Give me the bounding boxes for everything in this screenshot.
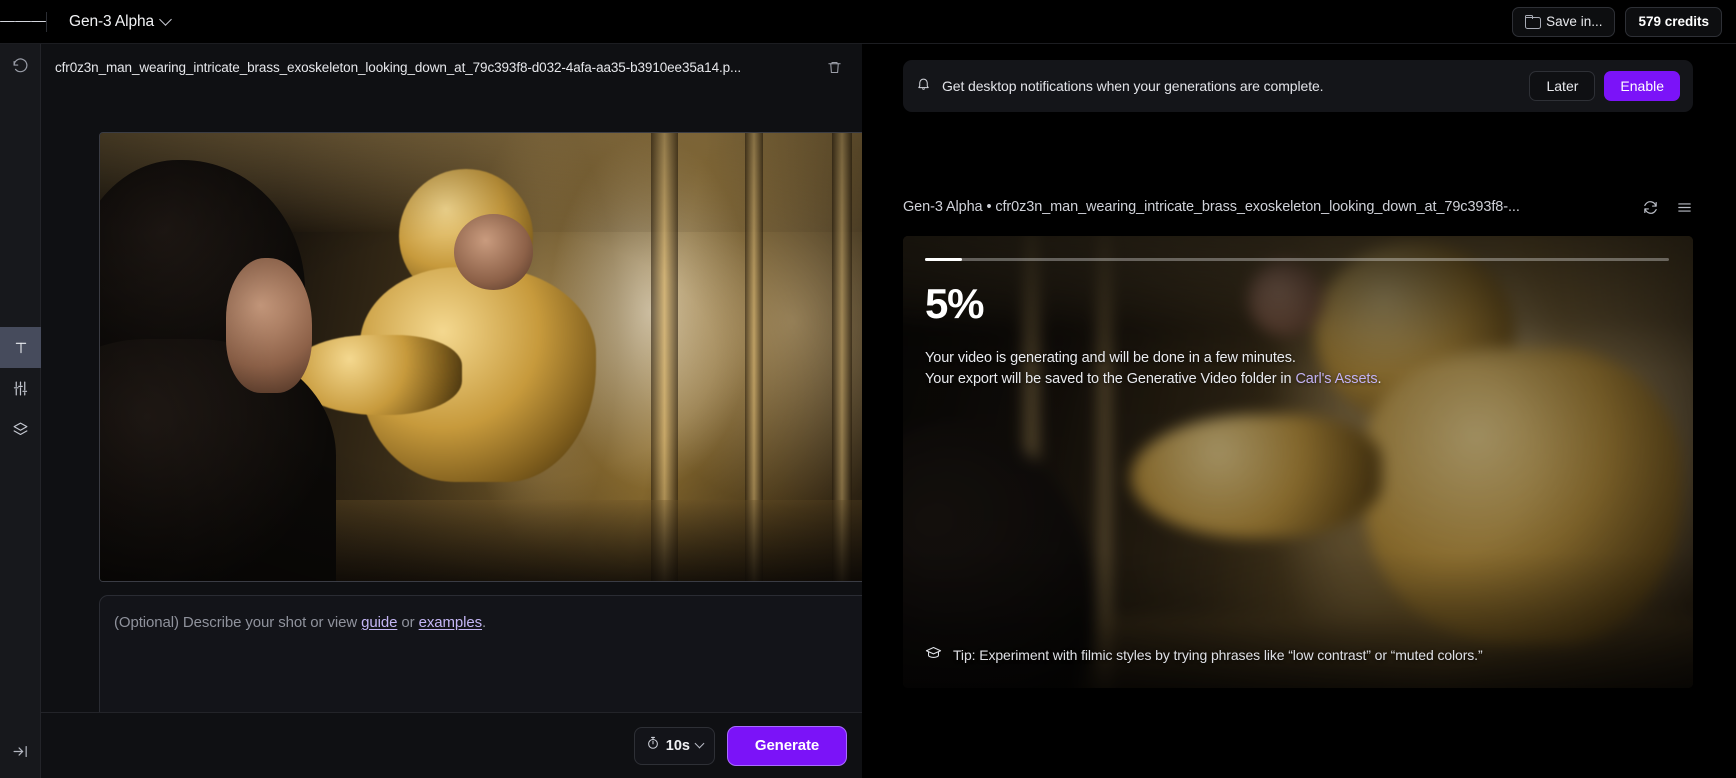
reference-image-art: [100, 133, 887, 581]
generation-status-text: Your video is generating and will be don…: [925, 348, 1382, 390]
generate-button[interactable]: Generate: [727, 725, 847, 766]
examples-link[interactable]: examples: [419, 614, 483, 631]
desktop-notification-banner: Get desktop notifications when your gene…: [903, 60, 1693, 112]
sidebar-item-text[interactable]: [0, 327, 41, 368]
left-tool-rail: [0, 44, 41, 778]
duration-value: 10s: [665, 737, 690, 754]
sliders-icon: [12, 380, 29, 397]
save-in-label: Save in...: [1546, 14, 1603, 29]
composer-action-bar: 10s Generate: [41, 712, 862, 778]
sidebar-item-layers[interactable]: [0, 409, 41, 450]
text-tool-icon: [13, 340, 29, 356]
top-bar-actions: Save in... 579 credits: [1512, 6, 1736, 37]
hamburger-menu-icon[interactable]: [0, 0, 46, 44]
model-selector[interactable]: Gen-3 Alpha: [69, 12, 172, 31]
prompt-placeholder-suffix: .: [482, 614, 487, 631]
left-composer-panel: cfr0z3n_man_wearing_intricate_brass_exos…: [41, 44, 888, 778]
generation-status-line2-suffix: .: [1377, 371, 1382, 387]
notification-actions: Later Enable: [1529, 71, 1680, 101]
reference-image-thumbnail[interactable]: [99, 132, 888, 582]
notification-message: Get desktop notifications when your gene…: [942, 78, 1324, 94]
preview-scrim: [903, 236, 1693, 688]
chevron-down-icon: [159, 13, 172, 26]
generation-percent: 5%: [925, 280, 985, 327]
folder-icon: [1525, 15, 1542, 29]
guide-link[interactable]: guide: [361, 614, 397, 631]
expand-sidebar-button[interactable]: [0, 731, 41, 772]
job-actions: [1642, 199, 1693, 216]
generation-preview-card[interactable]: 5% Your video is generating and will be …: [903, 236, 1693, 688]
prompt-placeholder-or: or: [397, 614, 419, 631]
refresh-icon[interactable]: [1642, 199, 1659, 216]
reference-filename: cfr0z3n_man_wearing_intricate_brass_exos…: [55, 59, 742, 75]
save-in-button[interactable]: Save in...: [1512, 6, 1616, 37]
duration-selector[interactable]: 10s: [633, 726, 715, 765]
toolbar-divider: [46, 11, 47, 32]
credits-label: 579 credits: [1638, 14, 1709, 29]
sidebar-item-history[interactable]: [0, 46, 41, 87]
chevron-down-icon: [694, 738, 705, 749]
tip-text: Tip: Experiment with filmic styles by tr…: [953, 647, 1483, 663]
prompt-placeholder: (Optional) Describe your shot or view gu…: [114, 614, 873, 631]
carls-assets-link[interactable]: Carl's Assets: [1295, 371, 1377, 387]
model-name-label: Gen-3 Alpha: [69, 12, 155, 30]
graduation-cap-icon: [925, 644, 942, 666]
generation-status-line1: Your video is generating and will be don…: [925, 350, 1296, 366]
generation-status-line2: Your export will be saved to the Generat…: [925, 369, 1382, 390]
generation-progress-fill: [925, 258, 963, 261]
job-title: Gen-3 Alpha • cfr0z3n_man_wearing_intric…: [903, 199, 1520, 215]
notification-later-button[interactable]: Later: [1529, 71, 1596, 101]
history-undo-icon: [12, 58, 29, 75]
top-bar: Gen-3 Alpha Save in... 579 credits: [0, 0, 1736, 44]
trash-icon[interactable]: [823, 56, 845, 78]
job-header: Gen-3 Alpha • cfr0z3n_man_wearing_intric…: [903, 194, 1693, 220]
notification-enable-button[interactable]: Enable: [1604, 71, 1680, 101]
generation-status-line2-prefix: Your export will be saved to the Generat…: [925, 371, 1296, 387]
layers-icon: [12, 421, 29, 438]
prompt-placeholder-prefix: (Optional) Describe your shot or view: [114, 614, 362, 631]
tip-row: Tip: Experiment with filmic styles by tr…: [925, 644, 1483, 666]
generation-progress-track: [925, 258, 1669, 261]
bell-icon: [916, 76, 931, 96]
app-root: Gen-3 Alpha Save in... 579 credits cfr0z…: [0, 0, 1736, 778]
sidebar-item-settings[interactable]: [0, 368, 41, 409]
stopwatch-icon: [646, 736, 660, 755]
credits-button[interactable]: 579 credits: [1625, 6, 1722, 37]
list-menu-icon[interactable]: [1676, 199, 1693, 216]
expand-sidebar-icon: [12, 743, 29, 760]
reference-file-row: cfr0z3n_man_wearing_intricate_brass_exos…: [55, 52, 845, 82]
right-results-panel: Get desktop notifications when your gene…: [862, 44, 1736, 778]
